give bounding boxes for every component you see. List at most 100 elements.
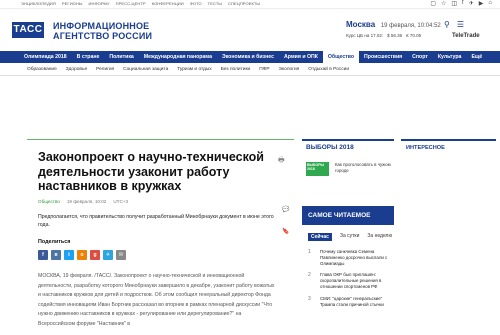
article-meta: Общество 19 февраля, 10:02 UTC+3	[38, 199, 128, 204]
list-item-text[interactable]: Почему санкчевка Семена Павлиненко досро…	[320, 249, 392, 266]
rss-icon[interactable]: ◫	[451, 0, 457, 7]
twitter-share-icon[interactable]: t	[64, 250, 74, 260]
currency-rates: Курс ЦБ на 17.02: $ 56.36 € 70.05	[346, 33, 421, 38]
nav-item-culture[interactable]: Культура	[433, 51, 467, 63]
subnav-item-tourism[interactable]: Туризм и отдых	[177, 63, 211, 76]
interesting-widget: ИНТЕРЕСНОЕ	[401, 139, 496, 157]
eur-rate: € 70.05	[406, 33, 422, 38]
most-read-title: САМОЕ ЧИТАЕМОЕ	[302, 206, 394, 225]
bookmark-icon[interactable]: 🔖	[282, 228, 289, 235]
utility-link-encyclopedia[interactable]: ЭНЦИКЛОПЕДИЯ	[21, 1, 56, 6]
subnav-item-pfr[interactable]: ПФР	[259, 63, 269, 76]
city-datetime: Москва 19 февраля, 10:04:52	[346, 20, 441, 29]
utility-link-regions[interactable]: РЕГИОНЫ	[62, 1, 83, 6]
agency-name-line1: ИНФОРМАЦИОННОЕ	[53, 21, 150, 31]
subnav-item-no-politics[interactable]: Без политики	[221, 63, 251, 76]
subnav-item-social[interactable]: Социальная защита	[123, 63, 168, 76]
datetime: 19 февраля, 10:04:52	[380, 23, 441, 29]
home-icon[interactable]: ⌂	[488, 0, 492, 7]
utility-link-conferences[interactable]: КОНФЕРЕНЦИИ	[152, 1, 184, 6]
utility-links: ЭНЦИКЛОПЕДИЯ РЕГИОНЫ ИНФОРМУ ПРЕСС-ЦЕНТР…	[21, 1, 260, 6]
list-item-text[interactable]: СМИ: "царские" генеральские" Трампа стал…	[320, 296, 392, 308]
teletrade-logo[interactable]: TeleTrade	[452, 33, 480, 39]
city-selector[interactable]: Москва	[346, 20, 375, 29]
subnav-item-health[interactable]: Здоровье	[66, 63, 87, 76]
facebook-share-icon[interactable]: f	[38, 250, 48, 260]
nav-item-economy[interactable]: Экономика и бизнес	[217, 51, 279, 63]
list-item-number: 3	[308, 295, 311, 302]
subnav-item-education[interactable]: Образование	[27, 63, 57, 76]
youtube-icon[interactable]: ▶	[479, 0, 484, 7]
nav-item-international[interactable]: Международная панорама	[139, 51, 217, 63]
rates-label: Курс ЦБ на 17.02:	[346, 33, 384, 38]
utility-link-photo[interactable]: ФОТО	[190, 1, 202, 6]
telegram-share-icon[interactable]: ✈	[103, 250, 113, 260]
ok-share-icon[interactable]: о	[77, 250, 87, 260]
most-read-list: 1 Почему санкчевка Семена Павлиненко дос…	[302, 241, 394, 307]
telegram-icon[interactable]: ✈	[469, 0, 474, 7]
subnav-item-religion[interactable]: Религия	[96, 63, 114, 76]
usd-rate: $ 56.36	[387, 33, 403, 38]
list-item-number: 1	[308, 249, 311, 255]
facebook-icon[interactable]: f	[462, 0, 464, 7]
nav-item-incidents[interactable]: Происшествия	[359, 51, 407, 63]
sub-nav: Образование Здоровье Религия Социальная …	[0, 63, 500, 76]
tab-day[interactable]: За сутки	[340, 233, 359, 241]
utility-link-special-projects[interactable]: СПЕЦПРОЕКТЫ	[228, 1, 260, 6]
top-utility-bar: ЭНЦИКЛОПЕДИЯ РЕГИОНЫ ИНФОРМУ ПРЕСС-ЦЕНТР…	[0, 0, 500, 9]
elections-thumbnail[interactable]: ВЫБОРЫ 2018	[306, 162, 329, 176]
agency-name-line2: АГЕНТСТВО РОССИИ	[53, 31, 153, 41]
article-lead: Предполагается, что правительство получи…	[38, 214, 274, 228]
vk-share-icon[interactable]: в	[51, 250, 61, 260]
list-item-text[interactable]: Глава ОКР был приглашён: скоропалительны…	[320, 272, 392, 289]
utility-link-tests[interactable]: ТЕСТЫ	[208, 1, 222, 6]
subnav-item-rest-in-russia[interactable]: Отдыхай в России	[308, 63, 349, 76]
interesting-title: ИНТЕРЕСНОЕ	[406, 145, 445, 151]
list-item[interactable]: 1 Почему санкчевка Семена Павлиненко дос…	[308, 249, 394, 266]
article-body: МОСКВА, 19 февраля. /ТАСС/. Законопроект…	[38, 273, 275, 327]
nav-item-olympics[interactable]: Олимпиада 2018	[19, 51, 72, 63]
elections-widget: ВЫБОРЫ 2018 ВЫБОРЫ 2018 Как проголосоват…	[302, 139, 394, 191]
elections-title[interactable]: ВЫБОРЫ 2018	[306, 144, 354, 151]
list-item[interactable]: 3 СМИ: "царские" генеральские" Трампа ст…	[308, 296, 394, 308]
tab-week[interactable]: За неделю	[367, 233, 392, 241]
most-read-tabs: Сейчас За сутки За неделю	[302, 225, 394, 241]
agency-name: ИНФОРМАЦИОННОЕ АГЕНТСТВО РОССИИ	[53, 21, 152, 41]
elections-link[interactable]: Как проголосовать в чужом городе	[335, 162, 391, 173]
star-icon[interactable]: ☆	[441, 0, 446, 7]
nav-item-politics[interactable]: Политика	[104, 51, 138, 63]
mobile-icon[interactable]: ▢	[430, 0, 436, 7]
utility-link-informu[interactable]: ИНФОРМУ	[89, 1, 110, 6]
utility-link-press-center[interactable]: ПРЕСС-ЦЕНТР	[116, 1, 146, 6]
search-icon[interactable]: ⚲	[444, 20, 450, 29]
nav-item-country[interactable]: В стране	[72, 51, 105, 63]
menu-icon[interactable]: ☰	[457, 20, 464, 29]
utility-icons: ▢ ☆ ◫ f ✈ ▶ ⌂	[430, 0, 492, 7]
nav-item-army[interactable]: Армия и ОПК	[279, 51, 323, 63]
main-nav: Олимпиада 2018 В стране Политика Междуна…	[0, 51, 500, 63]
article-timezone: UTC+3	[113, 199, 129, 204]
list-item[interactable]: 2 Глава ОКР был приглашён: скоропалитель…	[308, 272, 394, 289]
article-date: 19 февраля, 10:02	[66, 199, 107, 204]
nav-item-more[interactable]: Ещё	[466, 51, 487, 63]
comment-icon[interactable]: 💬	[282, 206, 289, 213]
nav-item-sport[interactable]: Спорт	[407, 51, 433, 63]
tass-logo[interactable]: ТАСС	[12, 22, 44, 38]
article-section-link[interactable]: Общество	[38, 199, 60, 204]
gplus-share-icon[interactable]: g	[90, 250, 100, 260]
article-divider	[27, 139, 294, 140]
sub-nav-items: Образование Здоровье Религия Социальная …	[27, 63, 349, 76]
tab-now[interactable]: Сейчас	[308, 233, 332, 241]
header-icons: ⚲ ☰	[444, 20, 464, 29]
main-nav-items: Олимпиада 2018 В стране Политика Междуна…	[19, 51, 487, 63]
site-header: ТАСС ИНФОРМАЦИОННОЕ АГЕНТСТВО РОССИИ Мос…	[0, 9, 500, 45]
article-side-icons: 💬 🔖	[282, 206, 289, 235]
list-item-number: 2	[308, 272, 311, 279]
nav-item-society[interactable]: Общество	[322, 51, 360, 63]
article-title: Законопроект о научно-технической деятел…	[38, 150, 264, 193]
print-icon[interactable]: 🖶	[278, 156, 285, 167]
subnav-item-ecology[interactable]: Экология	[279, 63, 300, 76]
share-buttons: f в t о g ✈ ✉	[38, 250, 126, 260]
most-read-widget: САМОЕ ЧИТАЕМОЕ Сейчас За сутки За неделю…	[302, 206, 394, 335]
mail-share-icon[interactable]: ✉	[116, 250, 126, 260]
